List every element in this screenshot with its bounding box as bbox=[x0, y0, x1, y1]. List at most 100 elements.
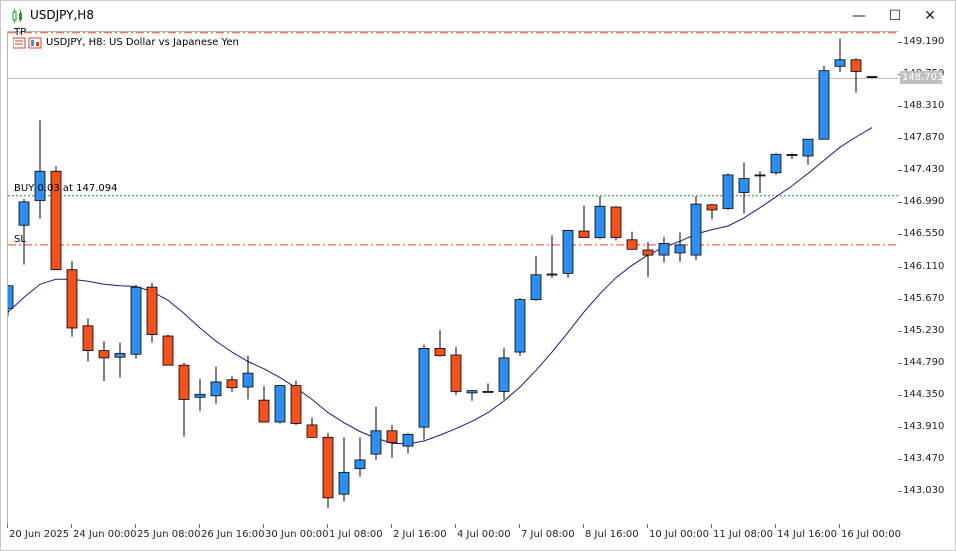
price-tick bbox=[898, 266, 902, 268]
bull-candle bbox=[418, 348, 430, 428]
minimize-button[interactable]: — bbox=[845, 5, 873, 27]
price-label: 145.670 bbox=[903, 292, 945, 304]
bull-candle bbox=[674, 244, 686, 254]
chart-toolbar-icons bbox=[13, 37, 42, 49]
bull-candle bbox=[770, 154, 782, 174]
bull-candle bbox=[402, 434, 414, 447]
time-axis[interactable]: 20 Jun 2025 24 Jun 00:00 25 Jun 08:00 26 Ju… bbox=[7, 524, 954, 548]
time-label: 1 Jul 08:00 bbox=[329, 529, 383, 540]
tp-level-label: TP bbox=[14, 27, 27, 38]
time-tick bbox=[199, 524, 200, 528]
bear-candle bbox=[146, 286, 158, 335]
price-label: 143.470 bbox=[903, 452, 945, 464]
price-tick bbox=[898, 138, 902, 140]
bull-candle bbox=[242, 372, 254, 388]
price-tick bbox=[898, 394, 902, 396]
price-tick bbox=[898, 234, 902, 236]
bear-candle bbox=[226, 379, 238, 389]
bear-candle bbox=[178, 364, 190, 400]
time-tick bbox=[775, 524, 776, 528]
price-tick bbox=[898, 491, 902, 492]
close-icon: ✕ bbox=[924, 8, 936, 24]
bull-candle bbox=[354, 459, 366, 470]
price-label: 147.870 bbox=[903, 132, 945, 144]
price-label: 146.990 bbox=[903, 196, 945, 208]
close-button[interactable]: ✕ bbox=[916, 5, 944, 27]
time-tick bbox=[711, 524, 712, 528]
bear-candle bbox=[786, 154, 798, 156]
time-tick bbox=[327, 524, 328, 528]
bull-candle bbox=[738, 178, 750, 193]
bear-candle bbox=[450, 354, 462, 392]
price-label: 147.430 bbox=[903, 164, 945, 176]
price-label: 146.110 bbox=[903, 260, 945, 272]
bear-candle bbox=[306, 424, 318, 438]
bull-candle bbox=[514, 299, 526, 353]
bull-candle bbox=[18, 201, 30, 226]
time-tick bbox=[7, 524, 8, 528]
bear-candle bbox=[162, 335, 174, 366]
window-title: USDJPY,H8 bbox=[30, 8, 94, 22]
time-label: 4 Jul 00:00 bbox=[457, 529, 511, 540]
price-tick bbox=[898, 106, 902, 108]
price-label: 144.350 bbox=[903, 388, 945, 400]
bear-candle bbox=[98, 350, 110, 359]
moving-average-line bbox=[8, 127, 873, 445]
price-chart[interactable] bbox=[7, 31, 900, 526]
title-bar[interactable]: USDJPY,H8 — ☐ ✕ bbox=[1, 1, 955, 31]
one-click-trading-icon bbox=[13, 37, 26, 49]
buy-position-label[interactable]: BUY 0.03 at 147.094 bbox=[14, 183, 118, 194]
bear-candle bbox=[386, 430, 398, 443]
time-label: 20 Jun 2025 bbox=[9, 529, 70, 540]
bear-candle bbox=[706, 204, 718, 211]
price-label: 143.030 bbox=[903, 485, 945, 496]
bull-candle bbox=[338, 471, 350, 495]
price-tick bbox=[898, 362, 902, 364]
time-tick bbox=[583, 524, 584, 528]
depth-of-market-icon bbox=[28, 37, 42, 49]
chart-canvas[interactable] bbox=[8, 32, 899, 525]
time-tick bbox=[647, 524, 648, 528]
time-label: 30 Jun 00:00 bbox=[265, 529, 329, 540]
minimize-icon: — bbox=[852, 8, 866, 24]
bull-candle bbox=[658, 243, 670, 256]
bull-candle bbox=[818, 70, 830, 140]
time-label: 11 Jul 08:00 bbox=[713, 529, 773, 540]
price-label: 148.310 bbox=[903, 100, 945, 112]
bear-candle bbox=[546, 273, 558, 276]
bull-candle bbox=[114, 353, 126, 358]
time-tick bbox=[839, 524, 840, 528]
price-tick bbox=[898, 298, 902, 300]
bull-candle bbox=[834, 59, 846, 67]
time-label: 10 Jul 00:00 bbox=[649, 529, 709, 540]
bear-candle bbox=[290, 385, 302, 424]
time-tick bbox=[135, 524, 136, 528]
bull-candle bbox=[466, 390, 478, 394]
bull-candle bbox=[530, 274, 542, 300]
current-price-tag: 148.703 bbox=[900, 71, 944, 84]
maximize-button[interactable]: ☐ bbox=[881, 5, 909, 27]
bull-candle bbox=[274, 385, 286, 423]
maximize-icon: ☐ bbox=[888, 8, 902, 24]
time-tick bbox=[71, 524, 72, 528]
bull-candle bbox=[130, 286, 142, 355]
price-tick bbox=[898, 330, 902, 332]
time-label: 16 Jul 00:00 bbox=[841, 529, 901, 540]
time-tick bbox=[519, 524, 520, 528]
price-tick bbox=[898, 42, 902, 43]
price-tick bbox=[898, 458, 902, 460]
bull-candle bbox=[754, 174, 766, 177]
bull-candle bbox=[722, 174, 734, 209]
bear-candle bbox=[610, 206, 622, 239]
time-label: 7 Jul 08:00 bbox=[521, 529, 575, 540]
bull-candle bbox=[802, 138, 814, 157]
price-axis[interactable]: 149.190148.750148.310147.870147.430146.9… bbox=[898, 31, 954, 524]
price-tick bbox=[898, 170, 902, 172]
time-tick bbox=[263, 524, 264, 528]
bear-candle bbox=[578, 230, 590, 239]
bull-candle bbox=[370, 430, 382, 455]
bull-candle bbox=[194, 393, 206, 398]
price-tick bbox=[898, 202, 902, 204]
price-label: 143.910 bbox=[903, 420, 945, 432]
bull-candle bbox=[594, 205, 606, 239]
